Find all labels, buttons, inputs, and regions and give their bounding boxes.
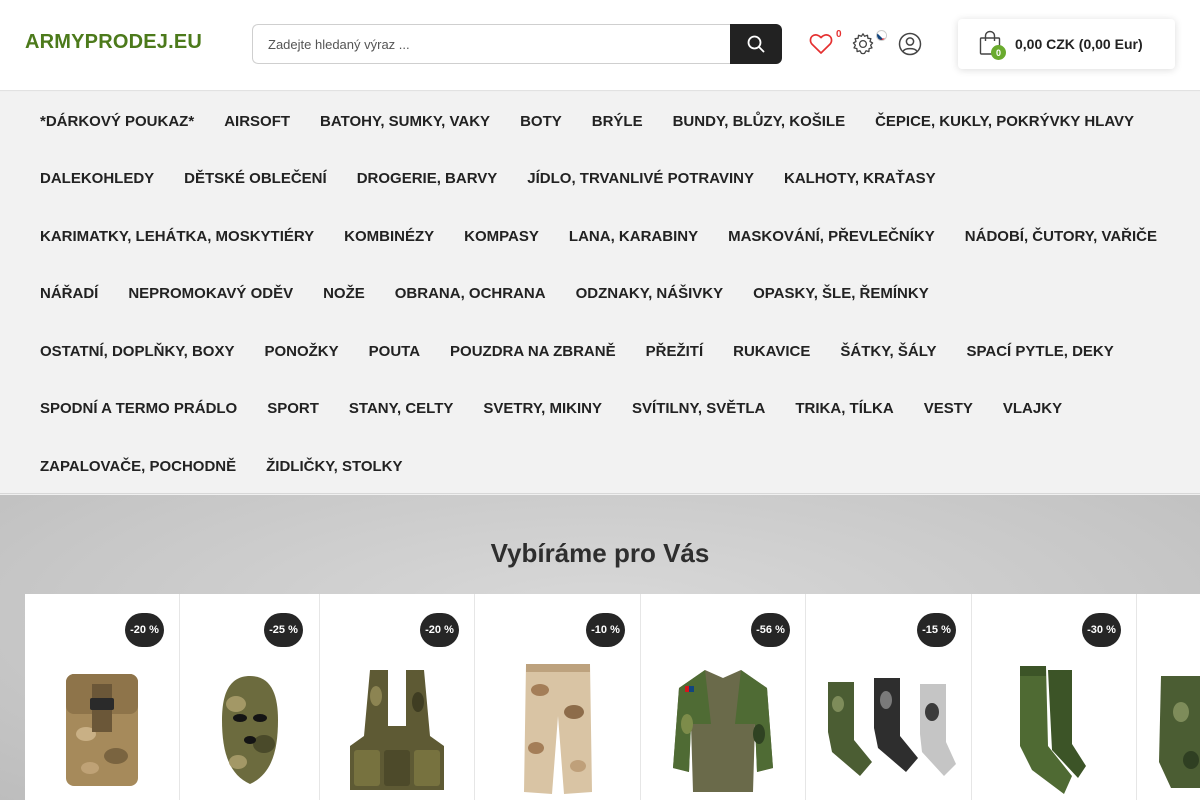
category-link[interactable]: BRÝLE [592, 112, 643, 132]
settings-button[interactable] [848, 28, 878, 60]
category-link[interactable]: PONOŽKY [264, 342, 338, 362]
discount-badge: -56 % [751, 613, 790, 647]
product-card[interactable]: -20 % [25, 594, 180, 800]
category-link[interactable]: KOMBINÉZY [344, 227, 434, 247]
wishlist-count: 0 [836, 29, 842, 40]
category-row: DALEKOHLEDY DĚTSKÉ OBLEČENÍ DROGERIE, BA… [40, 169, 966, 189]
category-link[interactable]: DALEKOHLEDY [40, 169, 154, 189]
czech-flag-icon[interactable] [876, 30, 887, 41]
green-socks-icon [1020, 666, 1086, 794]
discount-badge: -20 % [125, 613, 164, 647]
category-link[interactable]: MASKOVÁNÍ, PŘEVLEČNÍKY [728, 227, 935, 247]
category-link[interactable]: BUNDY, BLŮZY, KOŠILE [673, 112, 846, 132]
category-row: ZAPALOVAČE, POCHODNĚ ŽIDLIČKY, STOLKY [40, 457, 433, 477]
partial-product-icon [1159, 676, 1200, 788]
category-link[interactable]: KOMPASY [464, 227, 539, 247]
product-card[interactable]: -10 % [475, 594, 641, 800]
product-card[interactable] [1137, 594, 1200, 800]
section-title: Vybíráme pro Vás [490, 538, 710, 568]
category-row: NÁŘADÍ NEPROMOKAVÝ ODĚV NOŽE OBRANA, OCH… [40, 284, 959, 304]
category-link[interactable]: VESTY [924, 399, 973, 419]
heart-icon [809, 34, 833, 54]
category-link[interactable]: ŠÁTKY, ŠÁLY [840, 342, 936, 362]
category-link[interactable]: OPASKY, ŠLE, ŘEMÍNKY [753, 284, 929, 304]
gear-icon [852, 33, 874, 55]
category-link[interactable]: SPACÍ PYTLE, DEKY [967, 342, 1114, 362]
tactical-vest-icon [350, 670, 444, 790]
cart-button[interactable]: 0,00 CZK (0,00 Eur) [958, 19, 1175, 69]
category-link[interactable]: ŽIDLIČKY, STOLKY [266, 457, 402, 477]
product-card[interactable]: -56 % [641, 594, 806, 800]
category-link[interactable]: DĚTSKÉ OBLEČENÍ [184, 169, 327, 189]
category-link[interactable]: SVETRY, MIKINY [483, 399, 602, 419]
recommended-section: Vybíráme pro Vás -20 % -25 % -20 % -10 %… [0, 495, 1200, 800]
discount-badge: -15 % [917, 613, 956, 647]
site-header: ARMYPRODEJ.EU 0 0,00 CZK (0,00 Eur) 0 [0, 0, 1200, 91]
cart-total: 0,00 CZK (0,00 Eur) [1015, 36, 1143, 52]
category-link[interactable]: SPORT [267, 399, 319, 419]
category-link[interactable]: TRIKA, TÍLKA [795, 399, 893, 419]
category-link[interactable]: NÁDOBÍ, ČUTORY, VAŘIČE [965, 227, 1157, 247]
balaclava-icon [222, 676, 278, 784]
category-link[interactable]: JÍDLO, TRVANLIVÉ POTRAVINY [527, 169, 754, 189]
discount-badge: -25 % [264, 613, 303, 647]
camo-socks-icon [828, 678, 956, 776]
category-link[interactable]: ČEPICE, KUKLY, POKRÝVKY HLAVY [875, 112, 1134, 132]
category-link[interactable]: OSTATNÍ, DOPLŇKY, BOXY [40, 342, 234, 362]
combat-shirt-icon [673, 670, 773, 792]
product-carousel: -20 % -25 % -20 % -10 % -56 % -15 % -30 … [25, 594, 1200, 800]
category-link[interactable]: AIRSOFT [224, 112, 290, 132]
product-card[interactable]: -20 % [320, 594, 475, 800]
category-row: KARIMATKY, LEHÁTKA, MOSKYTIÉRY KOMBINÉZY… [40, 227, 1187, 247]
category-link[interactable]: POUZDRA NA ZBRANĚ [450, 342, 616, 362]
category-link[interactable]: ZAPALOVAČE, POCHODNĚ [40, 457, 236, 477]
search-button[interactable] [730, 24, 782, 64]
discount-badge: -30 % [1082, 613, 1121, 647]
category-link[interactable]: LANA, KARABINY [569, 227, 698, 247]
category-link[interactable]: PŘEŽITÍ [646, 342, 704, 362]
category-row: *DÁRKOVÝ POUKAZ* AIRSOFT BATOHY, SUMKY, … [40, 112, 1164, 132]
category-menu: *DÁRKOVÝ POUKAZ* AIRSOFT BATOHY, SUMKY, … [0, 92, 1200, 494]
cart-count-badge: 0 [991, 45, 1006, 60]
site-logo[interactable]: ARMYPRODEJ.EU [25, 31, 202, 54]
search-input[interactable] [252, 24, 730, 64]
camo-pants-icon [524, 664, 592, 794]
category-link[interactable]: KALHOTY, KRAŤASY [784, 169, 936, 189]
discount-badge: -20 % [420, 613, 459, 647]
discount-badge: -10 % [586, 613, 625, 647]
category-link[interactable]: *DÁRKOVÝ POUKAZ* [40, 112, 194, 132]
wishlist-button[interactable] [806, 28, 836, 60]
account-button[interactable] [895, 28, 925, 60]
category-link[interactable]: BATOHY, SUMKY, VAKY [320, 112, 490, 132]
category-link[interactable]: OBRANA, OCHRANA [395, 284, 546, 304]
category-link[interactable]: NÁŘADÍ [40, 284, 98, 304]
product-card[interactable]: -30 % [972, 594, 1137, 800]
pouch-icon [66, 674, 138, 786]
category-link[interactable]: POUTA [369, 342, 420, 362]
category-link[interactable]: STANY, CELTY [349, 399, 453, 419]
category-link[interactable]: NOŽE [323, 284, 365, 304]
search-icon [747, 35, 765, 53]
category-link[interactable]: SPODNÍ A TERMO PRÁDLO [40, 399, 237, 419]
category-link[interactable]: NEPROMOKAVÝ ODĚV [128, 284, 293, 304]
category-row: OSTATNÍ, DOPLŇKY, BOXY PONOŽKY POUTA POU… [40, 342, 1144, 362]
search-bar [252, 24, 782, 64]
product-card[interactable]: -25 % [180, 594, 320, 800]
category-link[interactable]: VLAJKY [1003, 399, 1062, 419]
category-link[interactable]: SVÍTILNY, SVĚTLA [632, 399, 765, 419]
user-icon [898, 32, 922, 56]
category-link[interactable]: BOTY [520, 112, 562, 132]
category-row: SPODNÍ A TERMO PRÁDLO SPORT STANY, CELTY… [40, 399, 1092, 419]
category-link[interactable]: ODZNAKY, NÁŠIVKY [576, 284, 724, 304]
category-link[interactable]: KARIMATKY, LEHÁTKA, MOSKYTIÉRY [40, 227, 314, 247]
product-card[interactable]: -15 % [806, 594, 972, 800]
category-link[interactable]: RUKAVICE [733, 342, 810, 362]
category-link[interactable]: DROGERIE, BARVY [357, 169, 498, 189]
